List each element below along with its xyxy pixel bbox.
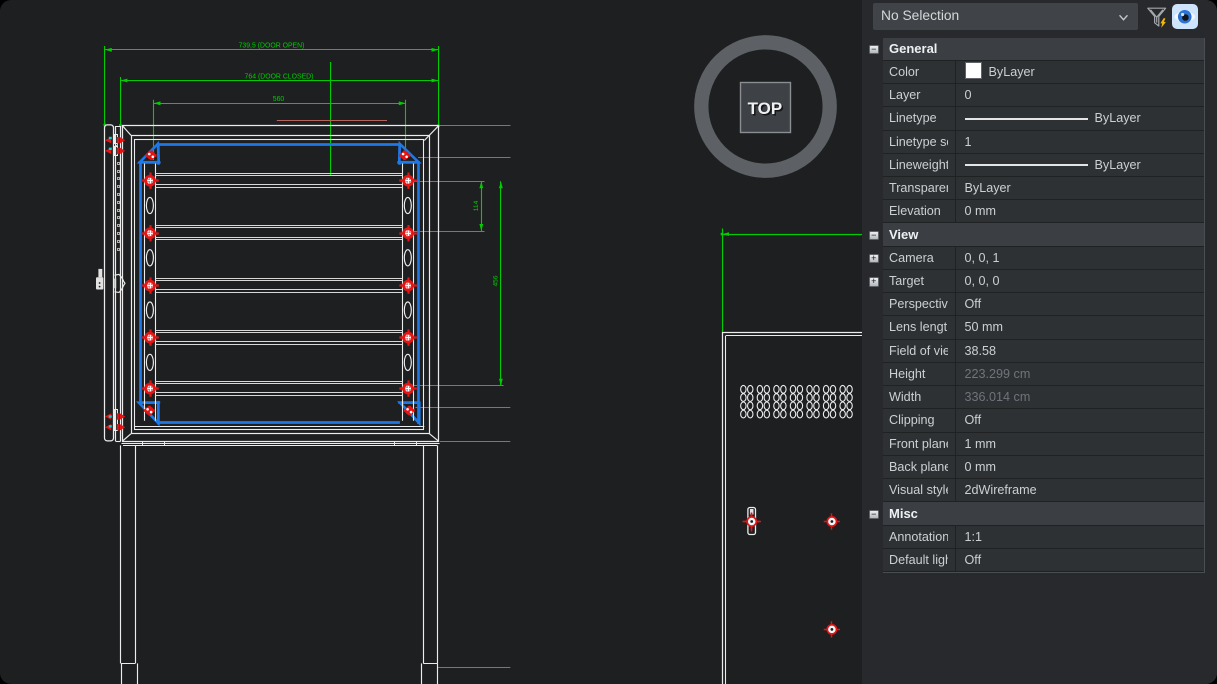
svg-text:456: 456 [492,275,499,286]
svg-text:TOP: TOP [748,99,783,118]
svg-text:739,5 (DOOR OPEN): 739,5 (DOOR OPEN) [239,43,305,50]
svg-text:114: 114 [473,200,480,211]
svg-text:560: 560 [273,96,285,103]
svg-text:764 (DOOR CLOSED): 764 (DOOR CLOSED) [245,73,314,80]
